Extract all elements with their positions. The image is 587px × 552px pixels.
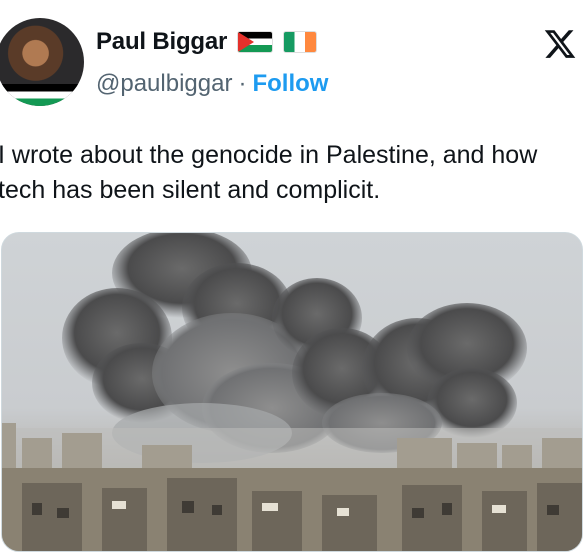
tweet-text: I wrote about the genocide in Palestine,… — [0, 141, 538, 204]
ireland-flag-icon — [283, 31, 318, 53]
x-logo-icon[interactable] — [543, 27, 577, 61]
avatar[interactable] — [0, 18, 84, 106]
author-name[interactable]: Paul Biggar — [96, 28, 227, 56]
palestine-flag-icon — [237, 31, 274, 53]
separator-dot: · — [238, 70, 247, 97]
author-handle[interactable]: @paulbiggar — [96, 70, 232, 98]
follow-button[interactable]: Follow — [252, 70, 328, 98]
smoke-photo-illustration — [2, 233, 582, 551]
author-name-row: Paul Biggar — [96, 28, 318, 56]
author-handle-row: @paulbiggar · Follow — [96, 70, 328, 98]
tweet-photo[interactable] — [1, 232, 583, 552]
avatar-flag-triangle — [0, 84, 24, 106]
